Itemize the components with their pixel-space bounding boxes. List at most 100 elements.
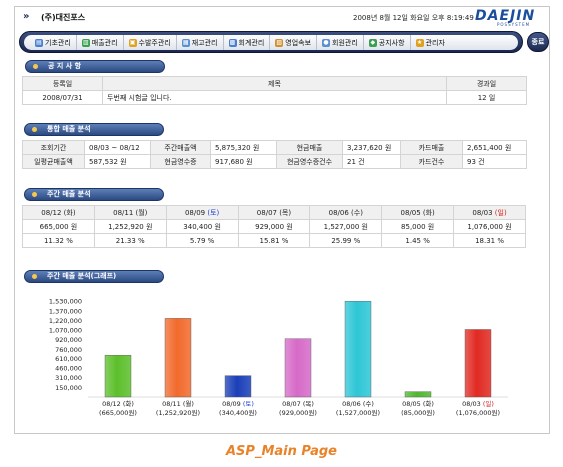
y-tick-label: 460,000 (55, 365, 82, 373)
main-nav: ▤ 기초관리 ▥ 매출관리 ▣ 수발주관리 ▦ 재고관리 ▩ 회계관리 ▧ 영업속보 ● 회원관리 ◆ 공지사… (19, 31, 523, 53)
x-tick-label: 08/12 (화) (102, 400, 134, 408)
weekly-percent: 5.79 % (165, 233, 239, 248)
weekly-percent: 1.45 % (381, 233, 455, 248)
weekly-amount: 85,000 원 (381, 219, 455, 234)
nav-item-5[interactable]: ▧ 영업속보 (270, 35, 318, 50)
notice-col-subject: 제목 (102, 76, 447, 91)
bar-value-label: (665,000원) (99, 408, 137, 417)
chart-svg: 1,530,000 1,370,0001,220,0001,070,000 920,… (49, 298, 508, 417)
nav-item-label: 회원관리 (332, 38, 358, 47)
summary-label: 현금영수증 (150, 154, 211, 169)
weekly-date: 08/11 (113, 208, 136, 217)
nav-item-8[interactable]: ★ 관리자 (411, 35, 450, 50)
news-icon: ▧ (275, 38, 284, 47)
summary-value: 08/03 ~ 08/12 (84, 140, 151, 155)
weekly-percent: 18.31 % (453, 233, 526, 248)
summary-value: 3,237,620 원 (342, 140, 401, 155)
x-tick-label: 08/11 (월) (162, 399, 194, 408)
weekly-percent: 15.81 % (237, 233, 311, 248)
current-datetime: 2008년 8월 12일 화요일 오후 8:19:49 (353, 14, 474, 22)
summary-label: 카드건수 (400, 154, 463, 169)
exit-button[interactable]: 종료 (527, 32, 549, 52)
y-tick-label: 150,000 (55, 384, 82, 392)
bar-08-03 (464, 329, 492, 398)
nav-item-2[interactable]: ▣ 수발주관리 (124, 35, 177, 50)
y-tick-label: 1,530,000 (49, 298, 82, 306)
weekly-header-row: 08/12 (화) 08/11 (월) 08/09 (토) 08/07 (목) 08/0… (22, 205, 526, 220)
notice-title-text: 공 지 사 항 (48, 62, 82, 70)
bar-value-label: (1,527,000원) (336, 408, 380, 417)
weekly-dow: (일) (494, 208, 507, 217)
logo-sub-text: POSSYSTEM (497, 22, 531, 27)
nav-item-label: 공지사항 (378, 38, 405, 47)
weekly-amount: 929,000 원 (237, 219, 311, 234)
weekly-amount: 1,252,920 원 (93, 219, 167, 234)
notice-date: 2008/07/31 (22, 90, 103, 105)
summary-label: 현금영수증건수 (276, 154, 343, 169)
summary-value: 5,875,320 원 (210, 140, 277, 155)
summary-label: 현금매출 (276, 140, 343, 155)
graph-section-title: 주간 매출 분석(그래프) (24, 270, 164, 283)
nav-item-label: 영업속보 (285, 38, 312, 47)
company-name: (주)대진포스 (41, 13, 86, 22)
nav-item-label: 재고관리 (191, 38, 218, 47)
x-tick-label: 08/09 (토) (222, 400, 254, 408)
header-bar: » (주)대진포스 2008년 8월 12일 화요일 오후 8:19:49 DA… (15, 7, 549, 29)
box-icon: ▣ (128, 38, 137, 47)
summary-label: 주간매출액 (150, 140, 211, 155)
weekly-date: 08/12 (41, 208, 64, 217)
summary-label: 카드매출 (400, 140, 463, 155)
nav-item-7[interactable]: ◆ 공지사항 (364, 35, 411, 50)
y-tick-label: 1,070,000 (49, 326, 82, 334)
weekly-date-header: 08/11 (월) (93, 205, 167, 220)
summary-label: 조회기간 (22, 140, 85, 155)
x-tick-label: 08/03 (일) (462, 399, 494, 408)
nav-item-6[interactable]: ● 회원관리 (317, 35, 364, 50)
weekly-percent-row: 11.32 % 21.33 % 5.79 % 15.81 % 25.99 % 1.45 %… (22, 233, 526, 248)
weekly-date: 08/03 (472, 208, 495, 217)
nav-item-3[interactable]: ▦ 재고관리 (177, 35, 224, 50)
bar-value-label: (1,252,920원) (156, 408, 200, 417)
user-icon: ● (322, 38, 331, 47)
summary-value: 93 건 (462, 154, 527, 169)
page-caption: ASP_Main Page (226, 444, 337, 459)
weekly-date-header: 08/05 (화) (381, 205, 455, 220)
table-row[interactable]: 2008/07/31 두번째 시험글 입니다. 12 일 (22, 90, 527, 105)
summary-value: 21 건 (342, 154, 401, 169)
weekly-table: 08/12 (화) 08/11 (월) 08/09 (토) 08/07 (목) 08/0… (22, 205, 526, 248)
nav-item-4[interactable]: ▩ 회계관리 (224, 35, 271, 50)
x-tick-label: 08/06 (수) (342, 400, 374, 408)
summary-title-text: 통합 매출 분석 (47, 125, 91, 133)
bullet-icon (32, 192, 37, 197)
weekly-title-text: 주간 매출 분석 (47, 190, 91, 198)
bar-08-05 (404, 391, 432, 398)
nav-item-label: 회계관리 (238, 38, 265, 47)
bar-value-label: (340,400원) (219, 408, 257, 417)
y-tick-label: 760,000 (55, 346, 82, 354)
weekly-amount: 1,527,000 원 (309, 219, 383, 234)
bullet-icon (32, 127, 37, 132)
notice-elapsed: 12 일 (446, 90, 527, 105)
summary-table: 조회기간 08/03 ~ 08/12 주간매출액 5,875,320 원 현금매… (22, 140, 527, 169)
double-arrow-icon: » (23, 11, 30, 22)
notice-subject-link[interactable]: 두번째 시험글 입니다. (102, 90, 447, 105)
summary-value: 587,532 원 (84, 154, 151, 169)
admin-icon: ★ (415, 38, 424, 47)
bar-08-11 (164, 318, 192, 398)
weekly-dow: (월) (135, 208, 148, 217)
weekly-date-header: 08/03 (일) (453, 205, 526, 220)
bar-08-07 (284, 338, 312, 398)
weekly-amount: 340,400 원 (165, 219, 239, 234)
bullet-icon (32, 274, 37, 279)
folder-icon: ▤ (35, 38, 43, 47)
x-tick-label: 08/05 (화) (402, 400, 434, 408)
main-nav-items: ▤ 기초관리 ▥ 매출관리 ▣ 수발주관리 ▦ 재고관리 ▩ 회계관리 ▧ 영업속보 ● 회원관리 ◆ 공지사… (24, 35, 518, 50)
summary-value: 917,680 원 (210, 154, 277, 169)
nav-item-0[interactable]: ▤ 기초관리 (30, 35, 77, 50)
graph-title-text: 주간 매출 분석(그래프) (47, 272, 117, 280)
weekly-dow: (수) (351, 208, 363, 217)
notice-section-title: 공 지 사 항 (25, 60, 165, 73)
x-tick-label: 08/07 (목) (282, 400, 314, 408)
nav-item-1[interactable]: ▥ 매출관리 (77, 35, 124, 50)
weekly-date: 08/09 (184, 208, 208, 217)
